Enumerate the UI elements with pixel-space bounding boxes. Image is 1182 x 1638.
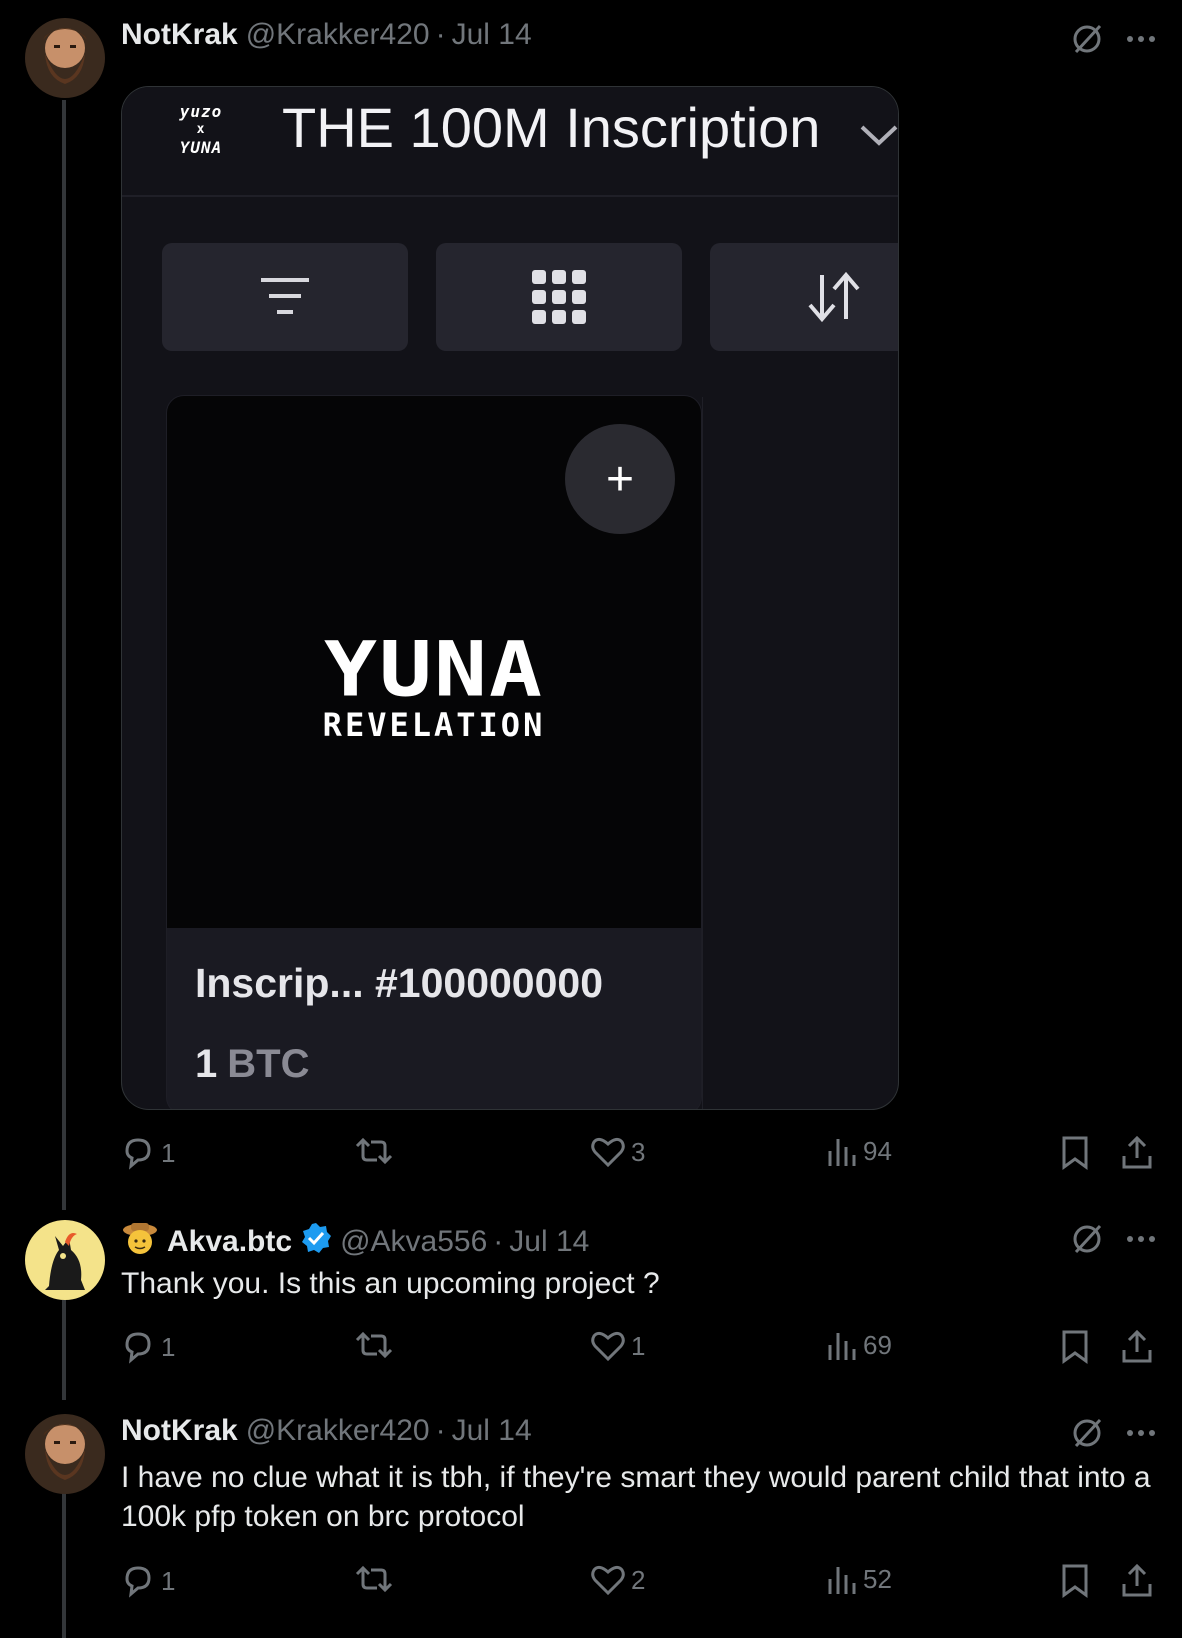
- views-button[interactable]: 69: [827, 1330, 892, 1361]
- inscription-price: 1 BTC: [195, 1042, 309, 1087]
- timestamp[interactable]: Jul 14: [452, 18, 532, 52]
- add-to-cart-button[interactable]: +: [565, 424, 675, 534]
- cowboy-emoji-icon: [121, 1220, 159, 1264]
- heart-icon: [591, 1331, 625, 1362]
- grok-icon[interactable]: [1070, 22, 1104, 56]
- repost-button[interactable]: [355, 1330, 399, 1360]
- repost-button[interactable]: [355, 1136, 399, 1166]
- collection-logo: yuzo x YUNA: [179, 102, 223, 157]
- bookmark-button[interactable]: [1061, 1564, 1089, 1598]
- bookmark-icon: [1062, 1136, 1088, 1170]
- repost-icon: [355, 1565, 393, 1593]
- views-icon: [828, 1332, 856, 1360]
- tweet-text: Thank you. Is this an upcoming project ?: [121, 1267, 660, 1300]
- reply-button[interactable]: 1: [121, 1564, 175, 1598]
- bookmark-icon: [1062, 1330, 1088, 1364]
- display-name[interactable]: NotKrak: [121, 18, 238, 52]
- tweet-top-icons: [1070, 1222, 1156, 1256]
- bookmark-icon: [1062, 1564, 1088, 1598]
- tweet-actions: 1 3 94: [121, 1136, 1161, 1176]
- sort-button[interactable]: [710, 243, 898, 351]
- like-button[interactable]: 2: [591, 1564, 645, 1596]
- heart-icon: [591, 1565, 625, 1596]
- share-button[interactable]: [1121, 1136, 1153, 1170]
- plus-icon: +: [605, 452, 635, 506]
- share-button[interactable]: [1121, 1564, 1153, 1598]
- divider: [702, 397, 703, 1109]
- heart-icon: [591, 1137, 625, 1168]
- avatar[interactable]: [25, 1220, 105, 1300]
- grok-icon[interactable]: [1070, 1416, 1104, 1450]
- bookmark-button[interactable]: [1061, 1330, 1089, 1364]
- inscription-title: Inscrip... #100000000: [195, 960, 604, 1006]
- thread-line: [62, 100, 66, 1210]
- repost-icon: [355, 1331, 393, 1359]
- separator: ·: [435, 18, 446, 51]
- grid-icon: [532, 270, 586, 324]
- separator: ·: [493, 1225, 504, 1258]
- tweet-header: Akva.btc @Akva556 · Jul 14: [121, 1220, 589, 1264]
- timestamp[interactable]: Jul 14: [509, 1225, 589, 1259]
- more-options-icon[interactable]: [1126, 1235, 1156, 1243]
- inscription-image: + YUNA REVELATION: [167, 396, 701, 928]
- artwork-title: YUNA: [324, 625, 544, 714]
- media-attachment[interactable]: yuzo x YUNA THE 100M Inscription + YUNA …: [121, 86, 899, 1110]
- like-button[interactable]: 3: [591, 1136, 645, 1168]
- chevron-down-icon: [860, 125, 898, 146]
- share-icon: [1122, 1330, 1152, 1363]
- reply-button[interactable]: 1: [121, 1330, 175, 1364]
- views-icon: [828, 1138, 856, 1166]
- avatar[interactable]: [25, 1414, 105, 1494]
- inscription-card[interactable]: + YUNA REVELATION Inscrip... #100000000 …: [166, 395, 702, 1109]
- grok-icon[interactable]: [1070, 1222, 1104, 1256]
- avatar[interactable]: [25, 18, 105, 98]
- price-unit: BTC: [227, 1042, 310, 1086]
- display-name[interactable]: NotKrak: [121, 1414, 238, 1448]
- collection-title: THE 100M Inscription: [282, 96, 821, 159]
- timestamp[interactable]: Jul 14: [452, 1414, 532, 1448]
- share-icon: [1122, 1136, 1152, 1169]
- reply-icon: [125, 1138, 151, 1170]
- more-options-icon[interactable]: [1126, 35, 1156, 43]
- reply-button[interactable]: 1: [121, 1136, 175, 1170]
- tweet-actions: 1 2 52: [121, 1564, 1161, 1604]
- views-button[interactable]: 94: [827, 1136, 892, 1167]
- tweet-top-icons: [1070, 22, 1156, 56]
- repost-button[interactable]: [355, 1564, 399, 1594]
- price-value: 1: [195, 1042, 218, 1086]
- tweet-actions: 1 1 69: [121, 1330, 1161, 1370]
- more-options-icon[interactable]: [1126, 1429, 1156, 1437]
- views-button[interactable]: 52: [827, 1564, 892, 1595]
- tweet-top-icons: [1070, 1416, 1156, 1450]
- views-icon: [828, 1566, 856, 1594]
- share-button[interactable]: [1121, 1330, 1153, 1364]
- reply-icon: [125, 1566, 151, 1598]
- sort-icon: [808, 271, 860, 323]
- user-handle[interactable]: @Akva556: [340, 1225, 487, 1259]
- repost-icon: [355, 1137, 393, 1165]
- verified-badge-icon: [300, 1222, 332, 1262]
- separator: ·: [435, 1414, 446, 1447]
- bookmark-button[interactable]: [1061, 1136, 1089, 1170]
- filter-button[interactable]: [162, 243, 408, 351]
- grid-view-button[interactable]: [436, 243, 682, 351]
- tweet-header: NotKrak @Krakker420 · Jul 14: [121, 18, 532, 52]
- reply-icon: [125, 1332, 151, 1364]
- like-button[interactable]: 1: [591, 1330, 645, 1362]
- thread-line: [62, 1300, 66, 1400]
- media-header: yuzo x YUNA THE 100M Inscription: [122, 87, 898, 197]
- display-name[interactable]: Akva.btc: [167, 1225, 292, 1259]
- user-handle[interactable]: @Krakker420: [246, 1414, 430, 1448]
- share-icon: [1122, 1564, 1152, 1597]
- thread-line: [62, 1490, 66, 1638]
- artwork-subtitle: REVELATION: [322, 706, 546, 744]
- filter-icon: [261, 278, 309, 314]
- tweet-header: NotKrak @Krakker420 · Jul 14: [121, 1414, 532, 1448]
- tweet-text: I have no clue what it is tbh, if they'r…: [121, 1461, 1151, 1533]
- user-handle[interactable]: @Krakker420: [246, 18, 430, 52]
